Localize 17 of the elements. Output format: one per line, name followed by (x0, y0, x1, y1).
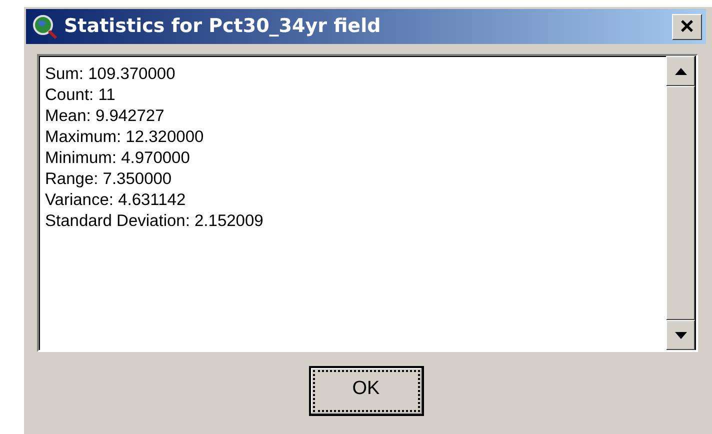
statistic-line: Maximum: 12.320000 (45, 127, 205, 148)
statistic-line: Range: 7.350000 (45, 169, 173, 190)
scroll-down-button[interactable] (666, 320, 695, 350)
statistic-line: Variance: 4.631142 (45, 190, 187, 211)
scroll-bar[interactable] (666, 56, 696, 350)
statistic-line: Sum: 109.370000 (45, 64, 176, 85)
statistic-line: Minimum: 4.970000 (45, 148, 191, 169)
statistic-line: Count: 11 (45, 85, 116, 106)
globe-magnifier-icon (32, 14, 58, 40)
up-arrow-icon (674, 68, 686, 74)
statistic-line: Mean: 9.942727 (45, 106, 166, 127)
ok-button[interactable]: OK (308, 366, 424, 416)
down-arrow-icon (674, 332, 686, 338)
close-button[interactable]: × (672, 14, 702, 40)
window-title: Statistics for Pct30_34yr field (64, 14, 382, 40)
statistic-line: Standard Deviation: 2.152009 (45, 211, 264, 232)
scroll-up-button[interactable] (666, 56, 695, 86)
